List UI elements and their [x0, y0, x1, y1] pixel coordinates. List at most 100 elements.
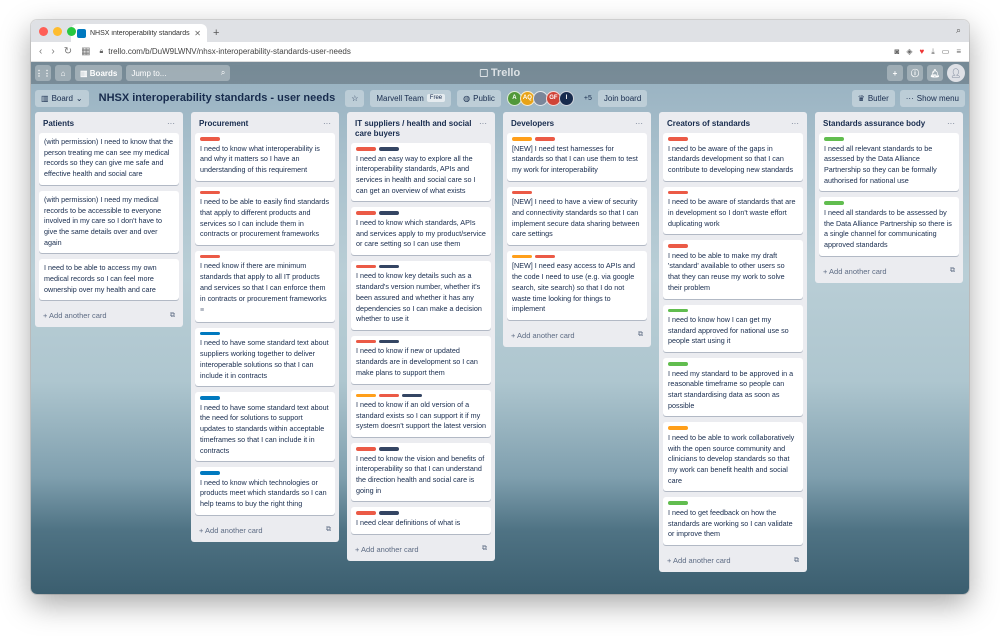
trello-logo[interactable]: Trello	[479, 67, 520, 79]
close-window-button[interactable]	[39, 27, 48, 36]
card-label-blue[interactable]	[200, 396, 220, 400]
join-board-button[interactable]: Join board	[597, 89, 648, 107]
card[interactable]: I need to be aware of standards that are…	[663, 186, 803, 235]
card-label-red[interactable]	[668, 190, 688, 195]
heart-icon[interactable]: ♥	[919, 47, 924, 56]
shield-icon[interactable]: ◈	[906, 47, 912, 56]
card-template-icon[interactable]: ⧉	[482, 545, 487, 553]
card-label-navy[interactable]	[379, 211, 399, 215]
add-card-button[interactable]: + Add another card ⧉	[35, 306, 183, 327]
maximize-window-button[interactable]	[67, 27, 76, 36]
card-label-red[interactable]	[200, 254, 220, 259]
card-label-red[interactable]	[356, 339, 376, 344]
browser-tab[interactable]: NHSX interoperability standards ✕	[71, 24, 207, 42]
card[interactable]: I need to know which technologies or pro…	[195, 467, 335, 515]
card-label-blue[interactable]	[200, 331, 220, 336]
list-header[interactable]: Standards assurance body ···	[815, 112, 963, 133]
card[interactable]: (with permission) I need to know that th…	[39, 133, 179, 185]
card-label-red[interactable]	[200, 137, 220, 141]
card[interactable]: I need to know which standards, APIs and…	[351, 207, 491, 255]
info-icon[interactable]: ⓘ	[907, 65, 923, 81]
card-label-red[interactable]	[535, 254, 555, 259]
list-header[interactable]: IT suppliers / health and social care bu…	[347, 112, 495, 143]
card-label-navy[interactable]	[379, 511, 399, 515]
card-label-green[interactable]	[824, 137, 844, 141]
card-label-red[interactable]	[668, 137, 688, 141]
reload-icon[interactable]: ↻	[64, 46, 72, 57]
card[interactable]: I need to be aware of the gaps in standa…	[663, 133, 803, 181]
card-template-icon[interactable]: ⧉	[794, 557, 799, 565]
board-view-switcher[interactable]: ▥ Board ⌄	[35, 89, 89, 107]
menu-icon[interactable]: ≡	[956, 47, 961, 56]
card-template-icon[interactable]: ⧉	[638, 331, 643, 339]
card-label-navy[interactable]	[379, 147, 399, 151]
battery-icon[interactable]: ▭	[942, 47, 950, 56]
list-header[interactable]: Patients ···	[35, 112, 183, 133]
card-label-red[interactable]	[356, 447, 376, 451]
card[interactable]: I need all relevant standards to be asse…	[819, 133, 959, 192]
list-title[interactable]: Developers	[511, 119, 554, 129]
card[interactable]: [NEW] I need test harnesses for standard…	[507, 133, 647, 181]
card-label-red[interactable]	[535, 137, 555, 141]
card-label-red[interactable]	[356, 511, 376, 515]
star-board-button[interactable]: ☆	[345, 89, 365, 107]
butler-button[interactable]: ♛ Butler	[851, 89, 895, 107]
card-label-blue[interactable]	[200, 471, 220, 475]
card[interactable]: I need to know if new or updated standar…	[351, 335, 491, 384]
list-menu-icon[interactable]: ···	[635, 119, 643, 129]
url-field[interactable]: 🔒︎ trello.com/b/DuW9LWNV/nhsx-interopera…	[100, 47, 886, 56]
list-menu-icon[interactable]: ···	[479, 119, 487, 139]
card[interactable]: (with permission) I need my medical reco…	[39, 190, 179, 254]
card-label-navy[interactable]	[379, 264, 399, 269]
card-label-orange[interactable]	[668, 426, 688, 430]
card-label-orange[interactable]	[512, 254, 532, 259]
card-label-red[interactable]	[200, 190, 220, 195]
download-icon[interactable]: ⤓	[931, 47, 935, 57]
list-menu-icon[interactable]: ···	[323, 119, 331, 129]
card[interactable]: I need to have some standard text about …	[195, 327, 335, 387]
camera-icon[interactable]: ◙	[894, 47, 899, 56]
card-label-red[interactable]	[668, 244, 688, 248]
card-label-navy[interactable]	[379, 339, 399, 344]
add-card-button[interactable]: + Add another card ⧉	[503, 326, 651, 347]
card[interactable]: I need all standards to be assessed by t…	[819, 197, 959, 256]
home-icon[interactable]: ⌂	[55, 65, 71, 81]
user-avatar-icon[interactable]: 👤︎	[947, 64, 965, 82]
card-label-red[interactable]	[356, 147, 376, 151]
show-menu-button[interactable]: ··· Show menu	[899, 89, 965, 107]
back-icon[interactable]: ‹	[39, 46, 42, 57]
card-label-red[interactable]	[512, 190, 532, 195]
member-avatar[interactable]: I	[558, 90, 574, 106]
jump-to-search[interactable]: Jump to... ⌕	[126, 65, 231, 81]
add-card-button[interactable]: + Add another card ⧉	[815, 262, 963, 283]
card[interactable]: I need to have some standard text about …	[195, 392, 335, 462]
list-menu-icon[interactable]: ···	[947, 119, 955, 129]
card[interactable]: I need to get feedback on how the standa…	[663, 497, 803, 546]
card[interactable]: I need to be able to easily find standar…	[195, 186, 335, 245]
card-label-red[interactable]	[356, 211, 376, 215]
card[interactable]: [NEW] I need to have a view of security …	[507, 186, 647, 245]
card-label-green[interactable]	[668, 501, 688, 505]
card-label-red[interactable]	[356, 264, 376, 269]
add-card-button[interactable]: + Add another card ⧉	[659, 551, 807, 572]
card-label-orange[interactable]	[356, 393, 376, 398]
forward-icon[interactable]: ›	[51, 46, 54, 57]
add-card-button[interactable]: + Add another card ⧉	[347, 540, 495, 561]
team-button[interactable]: Marvell Team Free	[370, 89, 452, 107]
card[interactable]: I need an easy way to explore all the in…	[351, 143, 491, 202]
list-header[interactable]: Developers ···	[503, 112, 651, 133]
card-label-green[interactable]	[668, 308, 688, 313]
list-title[interactable]: Standards assurance body	[823, 119, 925, 129]
more-members-count[interactable]: +5	[584, 95, 592, 102]
card-label-green[interactable]	[824, 201, 844, 205]
card[interactable]: I need to know key details such as a sta…	[351, 260, 491, 330]
card-template-icon[interactable]: ⧉	[326, 526, 331, 534]
card-label-green[interactable]	[668, 362, 688, 366]
card[interactable]: [NEW] I need easy access to APIs and the…	[507, 250, 647, 320]
card[interactable]: I need know if there are minimum standar…	[195, 250, 335, 322]
list-header[interactable]: Procurement ···	[191, 112, 339, 133]
minimize-window-button[interactable]	[53, 27, 62, 36]
create-plus-icon[interactable]: +	[887, 65, 903, 81]
card[interactable]: I need clear definitions of what is	[351, 507, 491, 534]
boards-button[interactable]: ▥ Boards	[75, 65, 123, 81]
